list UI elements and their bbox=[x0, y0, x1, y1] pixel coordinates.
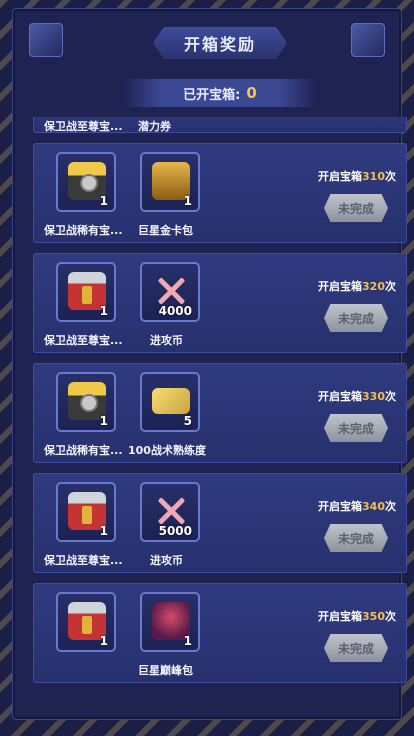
item-name: 保卫战至尊宝... bbox=[44, 120, 123, 133]
reward-item-slot[interactable]: 1 bbox=[56, 372, 116, 432]
incomplete-button[interactable]: 未完成 bbox=[324, 524, 388, 552]
incomplete-button[interactable]: 未完成 bbox=[324, 634, 388, 662]
reward-item-slot[interactable]: 1 bbox=[56, 262, 116, 322]
requirement-suffix: 次 bbox=[385, 390, 396, 403]
requirement-prefix: 开启宝箱 bbox=[318, 500, 363, 513]
incomplete-button[interactable]: 未完成 bbox=[324, 194, 388, 222]
reward-item-slot[interactable]: 1 bbox=[56, 482, 116, 542]
item-quantity: 1 bbox=[99, 414, 108, 428]
requirement-prefix: 开启宝箱 bbox=[318, 610, 363, 623]
requirement-suffix: 次 bbox=[385, 500, 396, 513]
requirement-number: 320 bbox=[362, 280, 385, 293]
item-quantity: 5000 bbox=[158, 524, 192, 538]
tactic-ticket-icon bbox=[152, 388, 190, 414]
requirement-suffix: 次 bbox=[385, 610, 396, 623]
panel-title: 开箱奖励 bbox=[153, 27, 287, 59]
corner-ornament-right bbox=[351, 23, 385, 57]
reward-item-slot[interactable]: 5 bbox=[140, 372, 200, 432]
reward-item-slot[interactable]: 1 bbox=[56, 152, 116, 212]
item-name: 进攻币 bbox=[150, 334, 183, 347]
panel-title-text: 开箱奖励 bbox=[183, 35, 256, 54]
item-quantity: 1 bbox=[99, 304, 108, 318]
item-quantity: 4000 bbox=[158, 304, 192, 318]
item-quantity: 5 bbox=[183, 414, 192, 428]
requirement-number: 350 bbox=[362, 610, 385, 623]
requirement-number: 310 bbox=[362, 170, 385, 183]
requirement-suffix: 次 bbox=[385, 170, 396, 183]
requirement-prefix: 开启宝箱 bbox=[318, 390, 363, 403]
requirement-prefix: 开启宝箱 bbox=[318, 170, 363, 183]
item-quantity: 1 bbox=[99, 634, 108, 648]
reward-item-slot[interactable]: 5000 bbox=[140, 482, 200, 542]
incomplete-button[interactable]: 未完成 bbox=[324, 304, 388, 332]
reward-item-slot[interactable]: 1 bbox=[140, 592, 200, 652]
reward-row: 1 1 保卫战稀有宝... 巨星金卡包 开启宝箱310次 未完成 bbox=[33, 143, 407, 243]
requirement-number: 340 bbox=[362, 500, 385, 513]
item-quantity: 1 bbox=[183, 634, 192, 648]
opened-count: 0 bbox=[246, 84, 257, 102]
item-name: 进攻币 bbox=[150, 554, 183, 567]
requirement-prefix: 开启宝箱 bbox=[318, 280, 363, 293]
requirement-text: 开启宝箱320次 bbox=[318, 278, 396, 294]
incomplete-button[interactable]: 未完成 bbox=[324, 414, 388, 442]
item-name: 保卫战稀有宝... bbox=[44, 444, 123, 457]
requirement-text: 开启宝箱310次 bbox=[318, 168, 396, 184]
item-name: 巨星金卡包 bbox=[138, 224, 193, 237]
requirement-number: 330 bbox=[362, 390, 385, 403]
requirement-text: 开启宝箱340次 bbox=[318, 498, 396, 514]
requirement-suffix: 次 bbox=[385, 280, 396, 293]
reward-panel: 开箱奖励 已开宝箱: 0 保卫战至尊宝... 潜力券 1 1 保卫战稀有宝...… bbox=[12, 8, 407, 720]
reward-row-partial: 保卫战至尊宝... 潜力券 bbox=[33, 117, 407, 133]
item-quantity: 1 bbox=[99, 194, 108, 208]
reward-item-slot[interactable]: 1 bbox=[140, 152, 200, 212]
item-name: 潜力券 bbox=[138, 120, 171, 133]
item-name: 巨星巅峰包 bbox=[138, 664, 193, 677]
item-name: 保卫战至尊宝... bbox=[44, 334, 123, 347]
reward-row: 1 5 保卫战稀有宝... 100战术熟练度 开启宝箱330次 未完成 bbox=[33, 363, 407, 463]
reward-item-slot[interactable]: 4000 bbox=[140, 262, 200, 322]
item-name: 保卫战稀有宝... bbox=[44, 224, 123, 237]
requirement-text: 开启宝箱330次 bbox=[318, 388, 396, 404]
reward-list[interactable]: 保卫战至尊宝... 潜力券 1 1 保卫战稀有宝... 巨星金卡包 开启宝箱31… bbox=[33, 117, 407, 707]
reward-row: 1 5000 保卫战至尊宝... 进攻币 开启宝箱340次 未完成 bbox=[33, 473, 407, 573]
reward-row: 1 1 巨星巅峰包 开启宝箱350次 未完成 bbox=[33, 583, 407, 683]
item-name: 保卫战至尊宝... bbox=[44, 554, 123, 567]
item-quantity: 1 bbox=[99, 524, 108, 538]
item-quantity: 1 bbox=[183, 194, 192, 208]
requirement-text: 开启宝箱350次 bbox=[318, 608, 396, 624]
opened-label: 已开宝箱: bbox=[183, 87, 241, 103]
reward-item-slot[interactable]: 1 bbox=[56, 592, 116, 652]
corner-ornament-left bbox=[29, 23, 63, 57]
reward-row: 1 4000 保卫战至尊宝... 进攻币 开启宝箱320次 未完成 bbox=[33, 253, 407, 353]
opened-chest-counter: 已开宝箱: 0 bbox=[123, 79, 317, 107]
item-name: 100战术熟练度 bbox=[128, 444, 206, 457]
